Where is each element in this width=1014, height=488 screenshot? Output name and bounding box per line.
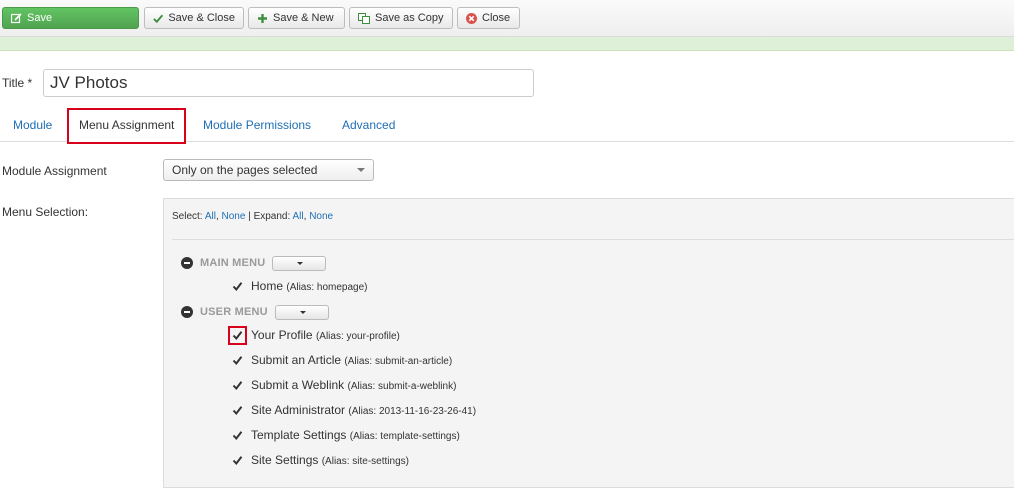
- checkbox[interactable]: [232, 380, 243, 391]
- expand-none-link[interactable]: None: [309, 211, 333, 222]
- menu-item-label: Site Administrator: [251, 403, 346, 417]
- tab-module-permissions[interactable]: Module Permissions: [203, 108, 311, 142]
- checkmark-icon: [232, 355, 243, 365]
- menu-item-alias: (Alias: your-profile): [315, 331, 400, 342]
- save-button[interactable]: Save: [2, 7, 139, 29]
- expand-comma: ,: [303, 211, 307, 222]
- chevron-down-icon: [357, 168, 365, 172]
- menu-title: USER MENU: [200, 306, 268, 318]
- select-all-link[interactable]: All: [205, 211, 216, 222]
- module-assignment-value: Only on the pages selected: [172, 163, 318, 177]
- checkbox[interactable]: [232, 455, 243, 466]
- menu-item-label: Template Settings: [251, 428, 347, 442]
- menu-item-site-settings[interactable]: Site Settings (Alias: site-settings): [232, 452, 409, 468]
- menu-item-alias: (Alias: 2013-11-16-23-26-41): [348, 406, 477, 417]
- select-prefix: Select:: [172, 211, 203, 222]
- menu-item-label: Submit a Weblink: [251, 378, 345, 392]
- menu-item-alias: (Alias: template-settings): [349, 431, 460, 442]
- menu-group-main-menu: MAIN MENU: [181, 255, 327, 271]
- menu-options-dropdown[interactable]: [274, 304, 329, 320]
- menu-item-label: Site Settings: [251, 453, 319, 467]
- expand-all-link[interactable]: All: [293, 211, 304, 222]
- checkmark-icon: [232, 430, 243, 440]
- expand-prefix: Expand:: [253, 211, 291, 222]
- toolbar: Save Save & Close Save & New Save as Cop…: [0, 0, 1014, 37]
- menu-item-your-profile[interactable]: Your Profile (Alias: your-profile): [228, 325, 400, 345]
- tab-advanced[interactable]: Advanced: [342, 108, 395, 142]
- menu-selection-panel: [163, 198, 1014, 488]
- save-label: Save: [27, 12, 53, 24]
- plus-icon: [258, 13, 267, 23]
- tab-module[interactable]: Module: [13, 108, 52, 142]
- checkmark-icon: [153, 14, 164, 23]
- menu-title: MAIN MENU: [200, 257, 266, 269]
- menu-item-template-settings[interactable]: Template Settings (Alias: template-setti…: [232, 427, 460, 443]
- title-input[interactable]: [43, 69, 534, 97]
- menu-item-label: Your Profile: [251, 328, 313, 342]
- select-expand-bar: Select: All, None | Expand: All, None: [172, 211, 333, 222]
- collapse-icon[interactable]: [181, 306, 193, 318]
- checkbox[interactable]: [232, 430, 243, 441]
- collapse-icon[interactable]: [181, 257, 193, 269]
- tab-menu-assignment[interactable]: Menu Assignment: [67, 108, 187, 144]
- checkbox[interactable]: [232, 281, 243, 292]
- checkmark-icon: [232, 380, 243, 390]
- save-copy-label: Save as Copy: [375, 12, 444, 24]
- notice-bar: [0, 37, 1014, 51]
- save-copy-button[interactable]: Save as Copy: [349, 7, 453, 29]
- menu-item-home[interactable]: Home (Alias: homepage): [232, 278, 368, 294]
- checkmark-icon: [232, 330, 243, 340]
- menu-item-alias: (Alias: submit-an-article): [344, 356, 453, 367]
- menu-item-alias: (Alias: submit-a-weblink): [347, 381, 457, 392]
- checkbox[interactable]: [228, 325, 247, 345]
- checkmark-icon: [232, 405, 243, 415]
- save-close-label: Save & Close: [168, 12, 235, 24]
- menu-options-dropdown[interactable]: [272, 255, 327, 271]
- save-close-button[interactable]: Save & Close: [144, 7, 244, 29]
- close-button[interactable]: Close: [457, 7, 520, 29]
- checkmark-icon: [232, 455, 243, 465]
- select-comma: ,: [215, 211, 219, 222]
- menu-item-alias: (Alias: homepage): [286, 282, 368, 293]
- menu-selection-label: Menu Selection:: [2, 205, 89, 219]
- menu-group-user-menu: USER MENU: [181, 304, 329, 320]
- menu-item-label: Home: [251, 279, 284, 293]
- checkbox[interactable]: [232, 355, 243, 366]
- title-label: Title *: [2, 76, 33, 90]
- close-label: Close: [482, 12, 511, 24]
- close-icon: [466, 12, 477, 24]
- select-divider: |: [248, 211, 251, 222]
- edit-icon: [11, 12, 22, 23]
- select-none-link[interactable]: None: [222, 211, 246, 222]
- module-assignment-label: Module Assignment: [2, 164, 107, 178]
- module-assignment-select[interactable]: Only on the pages selected: [163, 159, 374, 181]
- menu-item-submit-weblink[interactable]: Submit a Weblink (Alias: submit-a-weblin…: [232, 377, 456, 393]
- copy-icon: [358, 12, 370, 24]
- menu-item-label: Submit an Article: [251, 353, 342, 367]
- checkmark-icon: [232, 281, 243, 291]
- tab-bar: Module Menu Assignment Module Permission…: [0, 108, 1014, 144]
- save-new-label: Save & New: [273, 12, 334, 24]
- menu-item-site-administrator[interactable]: Site Administrator (Alias: 2013-11-16-23…: [232, 402, 476, 418]
- menu-item-submit-article[interactable]: Submit an Article (Alias: submit-an-arti…: [232, 352, 452, 368]
- save-new-button[interactable]: Save & New: [248, 7, 345, 29]
- menu-item-alias: (Alias: site-settings): [321, 456, 409, 467]
- divider: [172, 239, 1014, 240]
- checkbox[interactable]: [232, 405, 243, 416]
